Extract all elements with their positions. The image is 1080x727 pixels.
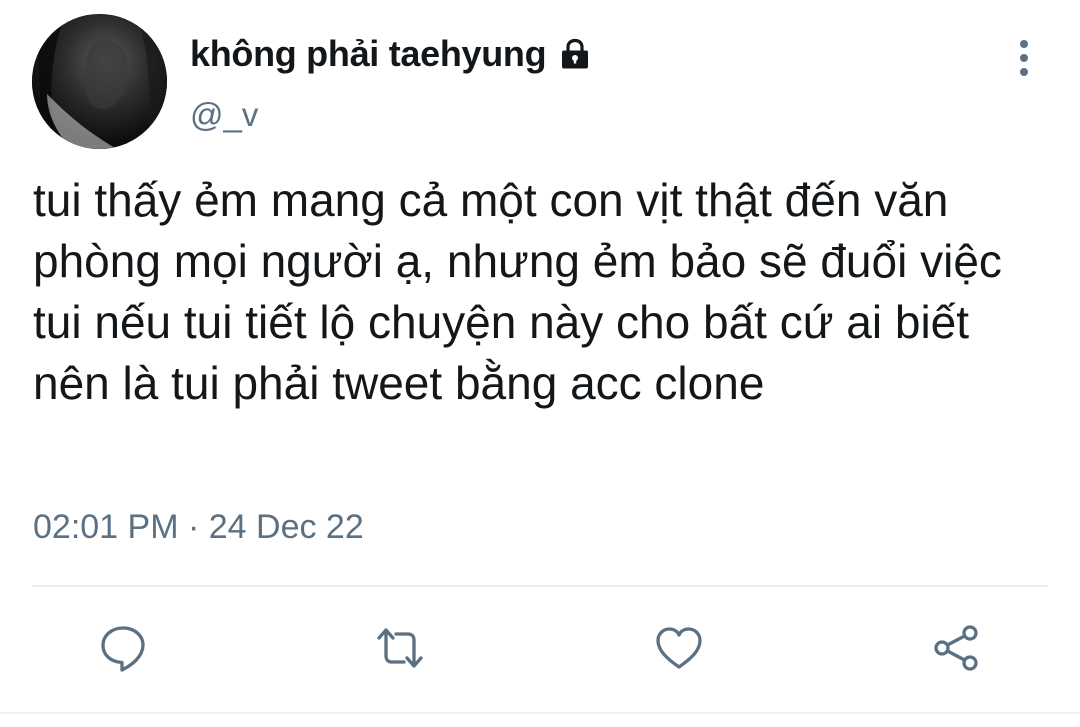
lock-icon xyxy=(558,37,592,71)
tweet-timestamp[interactable]: 02:01 PM · 24 Dec 22 xyxy=(33,508,364,547)
reply-button[interactable] xyxy=(95,620,151,676)
divider xyxy=(32,585,1048,587)
profile-photo xyxy=(32,14,167,149)
tweet-actions xyxy=(0,620,1080,680)
share-button[interactable] xyxy=(929,620,985,676)
tweet-text: tui thấy ẻm mang cả một con vịt thật đến… xyxy=(33,174,1002,409)
share-icon xyxy=(934,625,978,671)
retweet-button[interactable] xyxy=(372,620,428,676)
more-vertical-icon xyxy=(1020,40,1028,76)
like-button[interactable] xyxy=(651,620,707,676)
display-name-row: không phải taehyung xyxy=(190,26,592,82)
comment-icon xyxy=(101,626,145,672)
display-name[interactable]: không phải taehyung xyxy=(190,33,547,75)
avatar[interactable] xyxy=(32,14,167,149)
tweet-card: không phải taehyung @_v tui thấy ẻm mang… xyxy=(0,0,1080,727)
more-options-button[interactable] xyxy=(1004,36,1044,80)
heart-icon xyxy=(656,627,702,669)
retweet-icon xyxy=(377,628,423,668)
user-handle[interactable]: @_v xyxy=(190,96,258,134)
bottom-divider xyxy=(0,712,1080,714)
